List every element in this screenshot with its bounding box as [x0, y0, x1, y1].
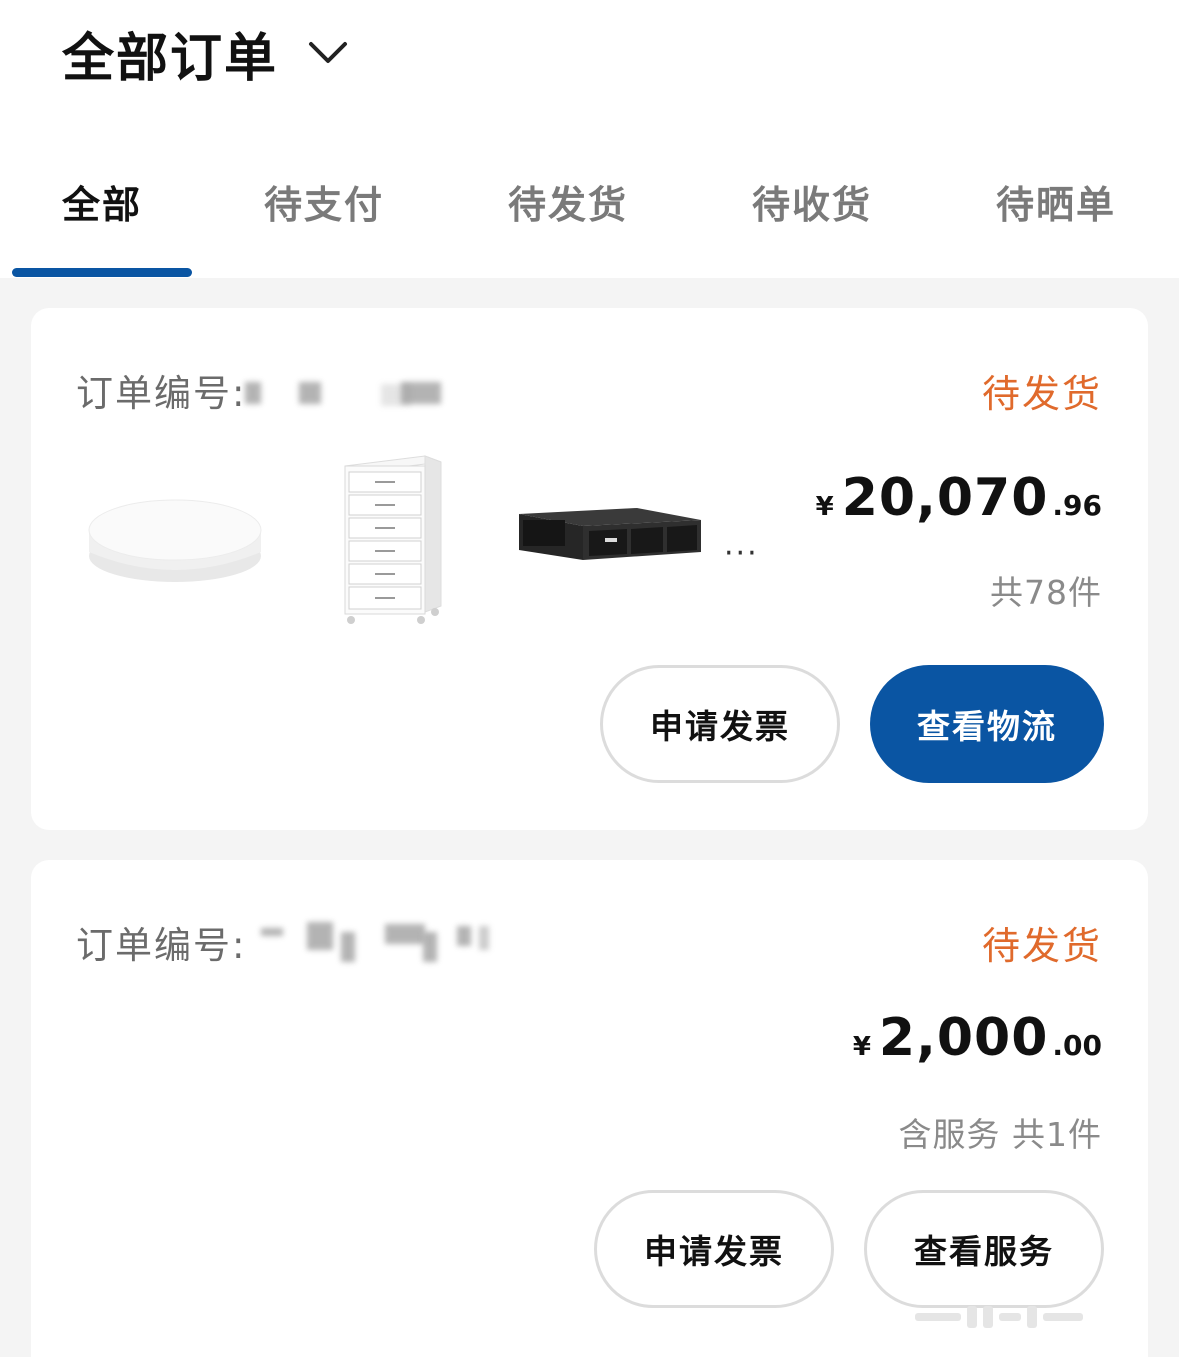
page-header: 全部订单 全部 待支付 待发货 待收货 待晒单 [0, 0, 1179, 278]
order-price: ¥ 20,070 .96 [816, 468, 1102, 528]
redacted-order-number [423, 932, 437, 962]
request-invoice-button[interactable]: 申请发票 [600, 665, 840, 783]
price-decimal: .96 [1052, 489, 1102, 522]
redacted-order-number [307, 922, 333, 950]
redacted-order-number [341, 932, 355, 962]
price-integer: 2,000 [878, 1008, 1049, 1068]
order-status: 待发货 [981, 924, 1102, 968]
redacted-order-number [261, 928, 283, 936]
order-card[interactable]: 订单编号: 待发货 ¥ 2,000 .00 含服务 共1件 申请发票 查看服务 [31, 860, 1148, 1357]
drawer-cabinet-image[interactable] [339, 452, 443, 634]
order-number-label: 订单编号: [76, 372, 247, 415]
currency-symbol: ¥ [815, 492, 834, 522]
order-tabs: 全部 待支付 待发货 待收货 待晒单 [0, 170, 1179, 278]
order-card[interactable]: 订单编号: 待发货 ··· ¥ 20,070 .96 共78件 申请发票 查看物… [31, 308, 1148, 830]
more-products-indicator[interactable]: ··· [724, 536, 759, 571]
price-integer: 20,070 [841, 468, 1049, 528]
active-tab-indicator [12, 268, 192, 277]
tv-bench-image[interactable] [517, 504, 703, 568]
page-title: 全部订单 [62, 28, 279, 89]
redacted-order-number [299, 382, 321, 404]
ceiling-lamp-image[interactable] [83, 490, 267, 592]
order-price: ¥ 2,000 .00 [853, 1008, 1102, 1068]
view-logistics-button[interactable]: 查看物流 [870, 665, 1104, 783]
redacted-order-number [401, 382, 441, 404]
price-decimal: .00 [1052, 1029, 1102, 1062]
view-service-button[interactable]: 查看服务 [864, 1190, 1104, 1308]
tab-pending-payment[interactable]: 待支付 [254, 170, 394, 232]
redacted-order-number [457, 926, 471, 946]
tab-pending-receipt[interactable]: 待收货 [742, 170, 882, 232]
tab-pending-shipment[interactable]: 待发货 [498, 170, 638, 232]
tab-pending-review[interactable]: 待晒单 [986, 170, 1126, 232]
order-number-label: 订单编号: [76, 924, 247, 967]
item-count: 共78件 [990, 573, 1102, 612]
redacted-order-number [245, 382, 261, 404]
tab-all[interactable]: 全部 [40, 170, 164, 232]
redacted-order-number [385, 924, 425, 944]
currency-symbol: ¥ [852, 1032, 871, 1062]
order-status: 待发货 [981, 372, 1102, 416]
chevron-down-icon[interactable] [308, 33, 348, 73]
order-filter-dropdown[interactable]: 全部订单 [62, 18, 348, 89]
redacted-order-number [479, 926, 489, 950]
request-invoice-button[interactable]: 申请发票 [594, 1190, 834, 1308]
watermark [915, 1300, 1155, 1334]
item-count: 含服务 共1件 [898, 1115, 1102, 1154]
